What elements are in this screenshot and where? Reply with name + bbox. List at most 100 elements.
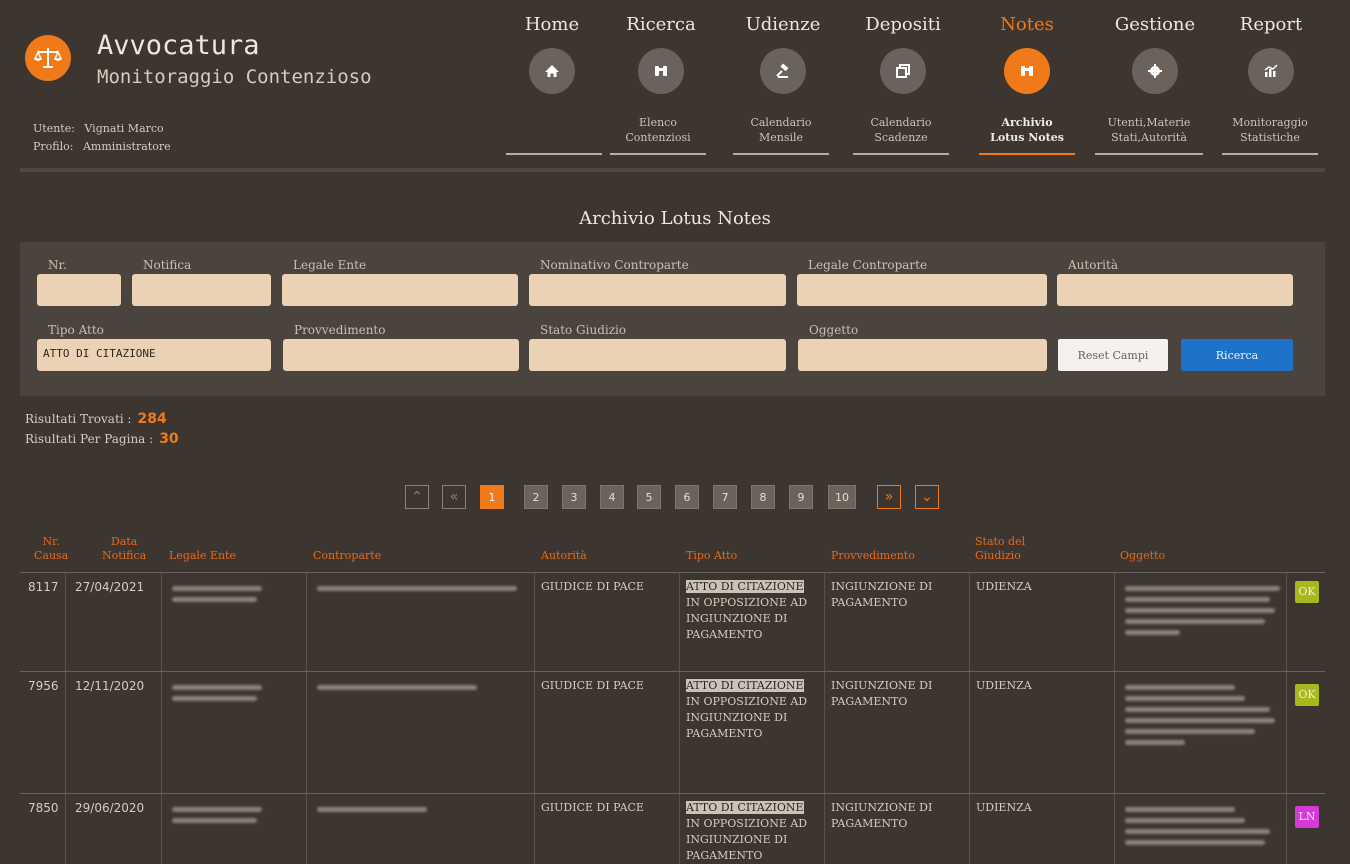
notifica-label: Notifica [143,258,192,272]
cell-data: 29/06/2020 [65,794,161,864]
subnav-archivio-lotus-notes[interactable]: Archivio Lotus Notes [979,115,1075,155]
page-button-6[interactable]: 6 [675,485,699,509]
tipo-atto-highlight: ATTO DI CITAZIONE [686,801,804,814]
col-header-provvedimento[interactable]: Provvedimento [831,549,915,563]
subnav-line: Archivio [1001,116,1053,129]
subnav-line: Monitoraggio [1232,116,1308,129]
cell-controparte [306,672,534,794]
cell-nr: 7956 [28,679,59,693]
tipo-atto-rest: IN OPPOSIZIONE AD INGIUNZIONE DI PAGAMEN… [686,695,808,740]
col-header-nr-causa[interactable]: Nr. Causa [34,535,68,563]
nav-gestione[interactable]: Gestione [1099,14,1211,94]
page-button-3[interactable]: 3 [562,485,586,509]
nav-udienze[interactable]: Udienze [727,14,839,94]
nr-input[interactable] [37,274,121,306]
header-line: Notifica [102,549,147,562]
cell-status: OK [1286,573,1325,672]
cell-autorita: GIUDICE DI PACE [534,794,679,864]
subnav-calendario-mensile[interactable]: Calendario Mensile [733,115,829,155]
redacted-text [172,685,262,690]
copy-icon[interactable] [880,48,926,94]
tipo-atto-label: Tipo Atto [48,323,104,337]
col-header-tipo-atto[interactable]: Tipo Atto [686,549,737,563]
legale-ente-input[interactable] [282,274,518,306]
profile-label: Profilo: [33,140,74,153]
provvedimento-label: Provvedimento [294,323,386,337]
chart-icon[interactable] [1248,48,1294,94]
page-button-9[interactable]: 9 [789,485,813,509]
autorita-input[interactable] [1057,274,1293,306]
first-page-icon[interactable]: ⌃ [405,485,429,509]
col-header-oggetto[interactable]: Oggetto [1120,549,1165,563]
page-button-1[interactable]: 1 [480,485,504,509]
provvedimento-input[interactable] [283,339,519,371]
nav-notes[interactable]: Notes [971,14,1083,94]
header-line: Causa [34,549,69,562]
autorita-label: Autorità [1068,258,1118,272]
col-header-autorita[interactable]: Autorità [541,549,587,563]
next-pages-icon[interactable]: » [877,485,901,509]
cell-legale-ente [161,573,306,672]
col-header-data-notifica[interactable]: Data Notifica [102,535,146,563]
subnav-line: Elenco [639,116,677,129]
page-button-4[interactable]: 4 [600,485,624,509]
col-header-stato-giudizio[interactable]: Stato del Giudizio [975,535,1025,563]
subnav-utenti-materie[interactable]: Utenti,Materie Stati,Autorità [1095,115,1203,155]
results-per-page-count[interactable]: 30 [159,431,178,447]
page-button-10[interactable]: 10 [828,485,856,509]
notifica-input[interactable] [132,274,271,306]
subnav-line: Utenti,Materie [1107,116,1191,129]
nav-depositi-label: Depositi [865,14,941,35]
status-badge[interactable]: LN [1295,806,1319,828]
gear-icon[interactable] [1132,48,1178,94]
page-button-2[interactable]: 2 [524,485,548,509]
nav-report[interactable]: Report [1215,14,1327,94]
search-button[interactable]: Ricerca [1181,339,1293,371]
redacted-text [172,807,262,812]
subnav-line: Stati,Autorità [1111,131,1187,144]
results-per-page: Risultati Per Pagina : 30 [25,431,179,447]
redacted-text [317,807,427,812]
cell-stato-giudizio: UDIENZA [969,672,1114,794]
last-page-icon[interactable]: ⌄ [915,485,939,509]
cell-status: LN [1286,794,1325,864]
home-icon[interactable] [529,48,575,94]
header-divider [20,168,1325,172]
binoculars-icon[interactable] [638,48,684,94]
tipo-atto-highlight: ATTO DI CITAZIONE [686,679,804,692]
reset-fields-button[interactable]: Reset Campi [1058,339,1168,371]
page-button-7[interactable]: 7 [713,485,737,509]
cell-stato-giudizio: UDIENZA [969,794,1114,864]
binoculars-icon[interactable] [1004,48,1050,94]
page-button-8[interactable]: 8 [751,485,775,509]
status-badge[interactable]: OK [1295,684,1319,706]
user-info: Utente: Vignati Marco [33,122,164,135]
redacted-text [172,597,257,602]
prev-pages-icon[interactable]: « [442,485,466,509]
col-header-controparte[interactable]: Controparte [313,549,381,563]
tipo-atto-input[interactable]: ATTO DI CITAZIONE [37,339,271,371]
oggetto-input[interactable] [798,339,1047,371]
legale-controparte-input[interactable] [797,274,1047,306]
table-row[interactable]: 8117 27/04/2021 GIUDICE DI PACE ATTO DI … [20,572,1325,672]
gavel-icon[interactable] [760,48,806,94]
nav-home[interactable]: Home [496,14,608,94]
nav-depositi[interactable]: Depositi [847,14,959,94]
status-badge[interactable]: OK [1295,581,1319,603]
subnav-calendario-scadenze[interactable]: Calendario Scadenze [853,115,949,155]
nav-report-label: Report [1239,14,1303,35]
redacted-text [172,586,262,591]
cell-provvedimento: INGIUNZIONE DI PAGAMENTO [824,794,969,864]
table-row[interactable]: 7850 29/06/2020 GIUDICE DI PACE ATTO DI … [20,793,1325,864]
nav-udienze-label: Udienze [745,14,821,35]
nominativo-controparte-input[interactable] [529,274,786,306]
page-button-5[interactable]: 5 [637,485,661,509]
stato-giudizio-input[interactable] [529,339,786,371]
scales-logo-icon [25,35,71,81]
subnav-elenco-contenziosi[interactable]: Elenco Contenziosi [610,115,706,155]
subnav-home[interactable] [506,115,602,155]
subnav-monitoraggio-statistiche[interactable]: Monitoraggio Statistiche [1222,115,1318,155]
nav-ricerca[interactable]: Ricerca [605,14,717,94]
table-row[interactable]: 7956 12/11/2020 GIUDICE DI PACE ATTO DI … [20,671,1325,794]
col-header-legale-ente[interactable]: Legale Ente [169,549,236,563]
